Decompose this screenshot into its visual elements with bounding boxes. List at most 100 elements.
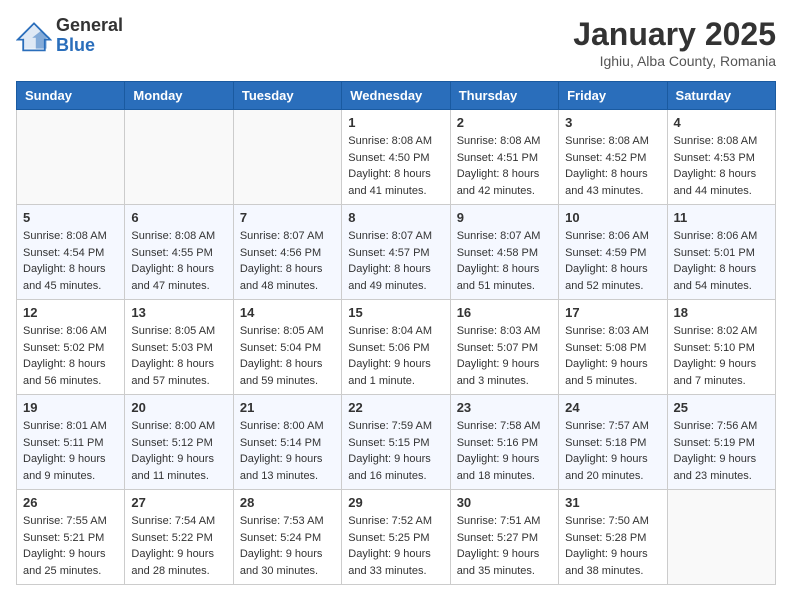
day-number: 23	[457, 400, 552, 415]
day-info: Sunrise: 7:55 AM Sunset: 5:21 PM Dayligh…	[23, 513, 118, 579]
day-info: Sunrise: 8:05 AM Sunset: 5:03 PM Dayligh…	[131, 323, 226, 389]
day-number: 16	[457, 305, 552, 320]
day-info: Sunrise: 8:07 AM Sunset: 4:57 PM Dayligh…	[348, 228, 443, 294]
calendar-cell: 12 Sunrise: 8:06 AM Sunset: 5:02 PM Dayli…	[17, 300, 125, 395]
weekday-header-monday: Monday	[125, 82, 233, 110]
day-info: Sunrise: 8:08 AM Sunset: 4:53 PM Dayligh…	[674, 133, 769, 199]
day-number: 31	[565, 495, 660, 510]
day-number: 24	[565, 400, 660, 415]
day-number: 19	[23, 400, 118, 415]
day-info: Sunrise: 8:08 AM Sunset: 4:52 PM Dayligh…	[565, 133, 660, 199]
day-number: 11	[674, 210, 769, 225]
day-number: 18	[674, 305, 769, 320]
day-number: 25	[674, 400, 769, 415]
calendar-cell: 9 Sunrise: 8:07 AM Sunset: 4:58 PM Daylig…	[450, 205, 558, 300]
day-info: Sunrise: 8:06 AM Sunset: 4:59 PM Dayligh…	[565, 228, 660, 294]
day-info: Sunrise: 7:51 AM Sunset: 5:27 PM Dayligh…	[457, 513, 552, 579]
calendar-week-row: 19 Sunrise: 8:01 AM Sunset: 5:11 PM Dayli…	[17, 395, 776, 490]
day-number: 5	[23, 210, 118, 225]
day-number: 13	[131, 305, 226, 320]
day-info: Sunrise: 7:59 AM Sunset: 5:15 PM Dayligh…	[348, 418, 443, 484]
calendar-cell: 15Sunrise: 8:04 AM Sunset: 5:06 PM Dayli…	[342, 300, 450, 395]
day-info: Sunrise: 8:08 AM Sunset: 4:51 PM Dayligh…	[457, 133, 552, 199]
day-info: Sunrise: 8:06 AM Sunset: 5:01 PM Dayligh…	[674, 228, 769, 294]
calendar-week-row: 12 Sunrise: 8:06 AM Sunset: 5:02 PM Dayli…	[17, 300, 776, 395]
day-info: Sunrise: 8:02 AM Sunset: 5:10 PM Dayligh…	[674, 323, 769, 389]
day-info: Sunrise: 7:53 AM Sunset: 5:24 PM Dayligh…	[240, 513, 335, 579]
calendar-cell: 26 Sunrise: 7:55 AM Sunset: 5:21 PM Dayli…	[17, 490, 125, 585]
calendar-cell: 8 Sunrise: 8:07 AM Sunset: 4:57 PM Daylig…	[342, 205, 450, 300]
calendar-cell: 31 Sunrise: 7:50 AM Sunset: 5:28 PM Dayli…	[559, 490, 667, 585]
day-number: 2	[457, 115, 552, 130]
day-number: 14	[240, 305, 335, 320]
calendar-cell: 5 Sunrise: 8:08 AM Sunset: 4:54 PM Daylig…	[17, 205, 125, 300]
day-info: Sunrise: 8:01 AM Sunset: 5:11 PM Dayligh…	[23, 418, 118, 484]
day-number: 21	[240, 400, 335, 415]
day-info: Sunrise: 7:57 AM Sunset: 5:18 PM Dayligh…	[565, 418, 660, 484]
calendar: SundayMondayTuesdayWednesdayThursdayFrid…	[16, 81, 776, 585]
logo-text: General Blue	[56, 16, 123, 56]
day-number: 1	[348, 115, 443, 130]
calendar-cell: 4 Sunrise: 8:08 AM Sunset: 4:53 PM Daylig…	[667, 110, 775, 205]
calendar-cell: 24 Sunrise: 7:57 AM Sunset: 5:18 PM Dayli…	[559, 395, 667, 490]
day-info: Sunrise: 7:54 AM Sunset: 5:22 PM Dayligh…	[131, 513, 226, 579]
day-number: 26	[23, 495, 118, 510]
day-info: Sunrise: 8:03 AM Sunset: 5:08 PM Dayligh…	[565, 323, 660, 389]
weekday-header-saturday: Saturday	[667, 82, 775, 110]
day-number: 8	[348, 210, 443, 225]
day-number: 22	[348, 400, 443, 415]
month-title: January 2025	[573, 16, 776, 53]
day-info: Sunrise: 8:08 AM Sunset: 4:54 PM Dayligh…	[23, 228, 118, 294]
day-number: 12	[23, 305, 118, 320]
day-info: Sunrise: 8:04 AM Sunset: 5:06 PM Dayligh…	[348, 323, 443, 389]
calendar-cell: 3 Sunrise: 8:08 AM Sunset: 4:52 PM Daylig…	[559, 110, 667, 205]
logo: General Blue	[16, 16, 123, 56]
weekday-header-wednesday: Wednesday	[342, 82, 450, 110]
title-block: January 2025 Ighiu, Alba County, Romania	[573, 16, 776, 69]
calendar-cell: 6 Sunrise: 8:08 AM Sunset: 4:55 PM Daylig…	[125, 205, 233, 300]
calendar-cell: 14 Sunrise: 8:05 AM Sunset: 5:04 PM Dayli…	[233, 300, 341, 395]
calendar-cell: 19 Sunrise: 8:01 AM Sunset: 5:11 PM Dayli…	[17, 395, 125, 490]
calendar-cell: 27Sunrise: 7:54 AM Sunset: 5:22 PM Dayli…	[125, 490, 233, 585]
day-number: 30	[457, 495, 552, 510]
calendar-cell: 7Sunrise: 8:07 AM Sunset: 4:56 PM Daylig…	[233, 205, 341, 300]
day-number: 6	[131, 210, 226, 225]
calendar-cell: 13 Sunrise: 8:05 AM Sunset: 5:03 PM Dayli…	[125, 300, 233, 395]
day-info: Sunrise: 8:07 AM Sunset: 4:58 PM Dayligh…	[457, 228, 552, 294]
calendar-cell: 18 Sunrise: 8:02 AM Sunset: 5:10 PM Dayli…	[667, 300, 775, 395]
day-info: Sunrise: 8:00 AM Sunset: 5:14 PM Dayligh…	[240, 418, 335, 484]
calendar-cell: 29 Sunrise: 7:52 AM Sunset: 5:25 PM Dayli…	[342, 490, 450, 585]
calendar-cell	[667, 490, 775, 585]
day-info: Sunrise: 8:06 AM Sunset: 5:02 PM Dayligh…	[23, 323, 118, 389]
calendar-cell: 11 Sunrise: 8:06 AM Sunset: 5:01 PM Dayli…	[667, 205, 775, 300]
logo-icon	[16, 18, 52, 54]
day-info: Sunrise: 7:56 AM Sunset: 5:19 PM Dayligh…	[674, 418, 769, 484]
calendar-cell: 21 Sunrise: 8:00 AM Sunset: 5:14 PM Dayli…	[233, 395, 341, 490]
calendar-cell: 20Sunrise: 8:00 AM Sunset: 5:12 PM Dayli…	[125, 395, 233, 490]
calendar-cell: 2 Sunrise: 8:08 AM Sunset: 4:51 PM Daylig…	[450, 110, 558, 205]
calendar-cell	[233, 110, 341, 205]
calendar-cell: 23 Sunrise: 7:58 AM Sunset: 5:16 PM Dayli…	[450, 395, 558, 490]
day-info: Sunrise: 7:50 AM Sunset: 5:28 PM Dayligh…	[565, 513, 660, 579]
day-info: Sunrise: 8:05 AM Sunset: 5:04 PM Dayligh…	[240, 323, 335, 389]
day-info: Sunrise: 7:52 AM Sunset: 5:25 PM Dayligh…	[348, 513, 443, 579]
day-info: Sunrise: 8:03 AM Sunset: 5:07 PM Dayligh…	[457, 323, 552, 389]
calendar-cell: 1 Sunrise: 8:08 AM Sunset: 4:50 PM Daylig…	[342, 110, 450, 205]
day-number: 29	[348, 495, 443, 510]
calendar-cell: 10Sunrise: 8:06 AM Sunset: 4:59 PM Dayli…	[559, 205, 667, 300]
day-number: 9	[457, 210, 552, 225]
calendar-cell: 25 Sunrise: 7:56 AM Sunset: 5:19 PM Dayli…	[667, 395, 775, 490]
calendar-cell	[17, 110, 125, 205]
day-number: 3	[565, 115, 660, 130]
page-header: General Blue January 2025 Ighiu, Alba Co…	[16, 16, 776, 69]
day-info: Sunrise: 7:58 AM Sunset: 5:16 PM Dayligh…	[457, 418, 552, 484]
day-info: Sunrise: 8:08 AM Sunset: 4:50 PM Dayligh…	[348, 133, 443, 199]
day-number: 4	[674, 115, 769, 130]
day-info: Sunrise: 8:08 AM Sunset: 4:55 PM Dayligh…	[131, 228, 226, 294]
calendar-week-row: 26 Sunrise: 7:55 AM Sunset: 5:21 PM Dayli…	[17, 490, 776, 585]
day-number: 17	[565, 305, 660, 320]
weekday-header-sunday: Sunday	[17, 82, 125, 110]
day-info: Sunrise: 8:00 AM Sunset: 5:12 PM Dayligh…	[131, 418, 226, 484]
calendar-cell: 28Sunrise: 7:53 AM Sunset: 5:24 PM Dayli…	[233, 490, 341, 585]
weekday-header-row: SundayMondayTuesdayWednesdayThursdayFrid…	[17, 82, 776, 110]
